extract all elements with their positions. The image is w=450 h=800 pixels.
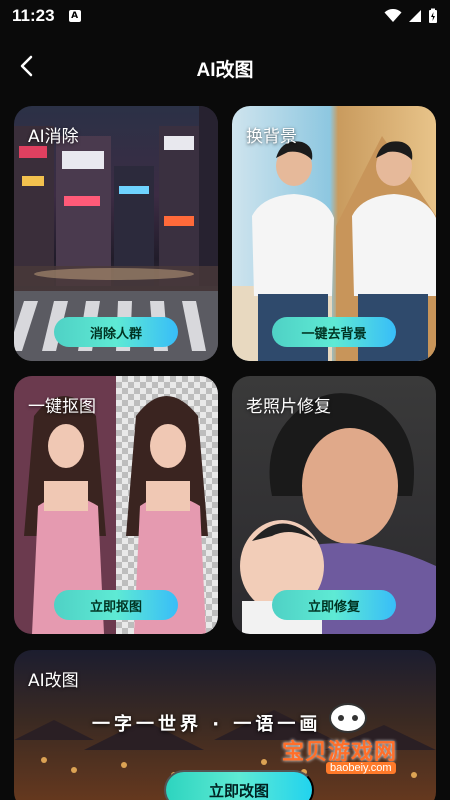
status-bar: 11:23 A: [0, 0, 450, 32]
notification-icon: A: [68, 10, 81, 22]
wifi-icon: [384, 9, 402, 22]
card-title: 换背景: [246, 127, 297, 147]
card-title: AI消除: [28, 127, 79, 147]
ai-eliminate-card[interactable]: AI消除 消除人群: [14, 106, 218, 361]
card-title: AI改图: [28, 671, 79, 691]
watermark-logo: 宝贝游戏网 baobeiy.com: [270, 700, 440, 780]
remove-crowd-button[interactable]: 消除人群: [54, 317, 178, 347]
remove-background-button[interactable]: 一键去背景: [272, 317, 396, 347]
card-title: 一键抠图: [28, 397, 96, 417]
signal-icon: [409, 10, 421, 22]
top-nav: AI改图: [0, 44, 450, 92]
back-arrow-icon[interactable]: [14, 52, 42, 80]
page-title: AI改图: [196, 59, 254, 81]
cutout-now-button[interactable]: 立即抠图: [54, 590, 178, 620]
restore-now-button[interactable]: 立即修复: [272, 590, 396, 620]
cutout-card[interactable]: 一键抠图 立即抠图: [14, 376, 218, 634]
photo-restore-card[interactable]: 老照片修复 立即修复: [232, 376, 436, 634]
change-background-card[interactable]: 换背景 一键去背景: [232, 106, 436, 361]
battery-icon: [429, 8, 437, 23]
card-title: 老照片修复: [246, 397, 331, 417]
status-icons: [384, 8, 438, 24]
status-time: 11:23: [12, 6, 55, 25]
game-controller-icon: [329, 703, 367, 733]
watermark-url: baobeiy.com: [326, 762, 396, 774]
